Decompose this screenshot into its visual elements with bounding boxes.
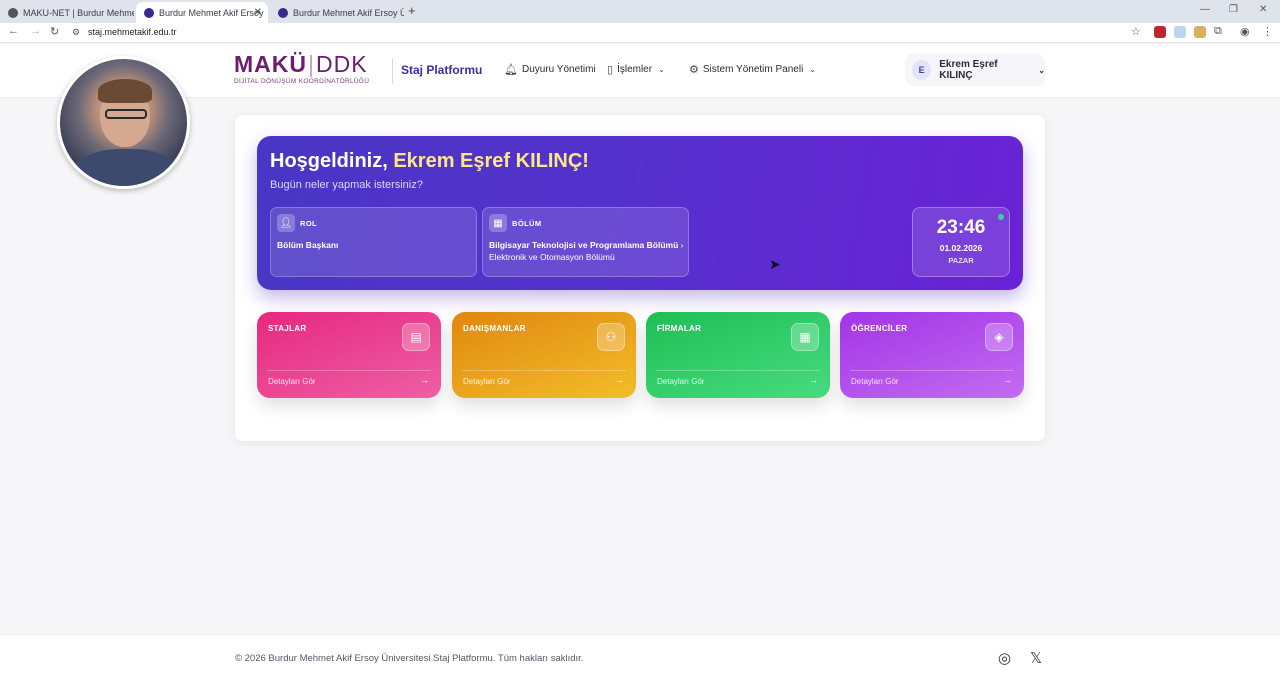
stat-label: STAJLAR — [268, 324, 307, 333]
bookmark-star-icon[interactable]: ☆ — [1131, 25, 1141, 38]
details-link[interactable]: Detayları Gör — [851, 377, 899, 386]
clock-day: PAZAR — [948, 256, 974, 265]
webcam-person-glasses — [105, 109, 147, 119]
bell-icon: 🔔︎ — [504, 64, 518, 76]
nav-label: Duyuru Yönetimi — [521, 64, 596, 75]
close-tab-icon[interactable]: ✕ — [254, 7, 262, 18]
clock-date: 01.02.2026 — [939, 243, 983, 253]
user-icon: 👤︎ — [277, 214, 295, 232]
minimize-icon[interactable]: — — [1200, 4, 1210, 15]
extension-icon[interactable] — [1174, 26, 1186, 38]
extension-icon[interactable] — [1194, 26, 1206, 38]
arrow-right-icon[interactable]: → — [615, 375, 624, 385]
details-link[interactable]: Detayları Gör — [268, 377, 316, 386]
user-menu[interactable]: E Ekrem Eşref KILINÇ ⌄ — [905, 54, 1045, 86]
role-card: 👤︎ ROL Bölüm Başkanı — [270, 207, 477, 277]
chevron-down-icon: ⌄ — [809, 65, 816, 74]
logo-text: MAKÜ|DDK — [234, 51, 368, 77]
chevron-down-icon: ⌄ — [1038, 65, 1045, 75]
browser-tab-active[interactable]: Burdur Mehmet Akif Ersoy ✕ — [136, 2, 268, 23]
reload-icon[interactable]: ↻ — [50, 25, 59, 38]
stat-label: ÖĞRENCİLER — [851, 324, 908, 333]
footer: © 2026 Burdur Mehmet Akif Ersoy Üniversi… — [0, 634, 1280, 682]
divider — [656, 370, 820, 371]
nav-duyuru-yonetimi[interactable]: 🔔︎ Duyuru Yönetimi — [504, 63, 596, 76]
users-icon: ⚇ — [597, 323, 625, 351]
maku-ddk-logo[interactable]: MAKÜ|DDK DİJİTAL DÖNÜŞÜM KOORDİNATÖRLÜĞÜ — [234, 52, 369, 85]
tab-title: MAKU-NET | Burdur Mehmet A — [23, 7, 134, 18]
dashboard-panel: Hoşgeldiniz, Ekrem Eşref KILINÇ! Bugün n… — [235, 115, 1045, 441]
extensions-puzzle-icon[interactable]: ⧉ — [1214, 25, 1222, 38]
webcam-person-hair — [98, 79, 152, 103]
role-value: Bölüm Başkanı — [277, 240, 339, 250]
clock-time: 23:46 — [936, 217, 986, 238]
back-icon[interactable]: ← — [8, 25, 19, 37]
instagram-icon[interactable]: ◎ — [998, 649, 1011, 667]
chevron-down-icon: ⌄ — [658, 65, 665, 74]
arrow-right-icon[interactable]: → — [809, 375, 818, 385]
welcome-subtitle: Bugün neler yapmak istersiniz? — [270, 179, 423, 191]
site-info-icon[interactable]: ⚙ — [72, 27, 80, 38]
clock-card: 23:46 01.02.2026 PAZAR — [912, 207, 1010, 277]
divider — [267, 370, 431, 371]
app-header: MAKÜ|DDK DİJİTAL DÖNÜŞÜM KOORDİNATÖRLÜĞÜ… — [0, 44, 1280, 98]
graduation-cap-icon: ◈ — [985, 323, 1013, 351]
status-dot — [998, 214, 1004, 220]
stat-card-firmalar[interactable]: FİRMALAR ▦ Detayları Gör → — [646, 312, 830, 398]
divider — [462, 370, 626, 371]
welcome-title: Hoşgeldiniz, Ekrem Eşref KILINÇ! — [270, 150, 589, 172]
x-twitter-icon[interactable]: 𝕏 — [1030, 649, 1042, 667]
stat-card-stajlar[interactable]: STAJLAR ▤ Detayları Gör → — [257, 312, 441, 398]
nav-sistem-yonetim-paneli[interactable]: ⚙ Sistem Yönetim Paneli ⌄ — [689, 63, 816, 76]
stat-card-danismanlar[interactable]: DANIŞMANLAR ⚇ Detayları Gör → — [452, 312, 636, 398]
department-label: BÖLÜM — [512, 219, 542, 228]
user-name: Ekrem Eşref KILINÇ — [939, 59, 998, 81]
site-favicon-icon — [278, 7, 288, 18]
arrow-right-icon[interactable]: → — [1003, 375, 1012, 385]
platform-title[interactable]: Staj Platformu — [401, 63, 482, 77]
department-card: ▦ BÖLÜM Bilgisayar Teknolojisi ve Progra… — [482, 207, 689, 277]
gear-icon: ⚙ — [689, 64, 699, 76]
details-link[interactable]: Detayları Gör — [463, 377, 511, 386]
extension-icon[interactable] — [1154, 26, 1166, 38]
site-favicon-icon — [144, 7, 154, 18]
stat-label: DANIŞMANLAR — [463, 324, 526, 333]
role-label: ROL — [300, 219, 318, 228]
url-field[interactable]: staj.mehmetakif.edu.tr — [88, 27, 177, 37]
globe-icon — [8, 7, 18, 18]
stat-label: FİRMALAR — [657, 324, 702, 333]
nav-islemler[interactable]: ▯ İşlemler ⌄ — [607, 63, 665, 76]
browser-tab[interactable]: Burdur Mehmet Akif Ersoy Üni — [270, 2, 404, 23]
clipboard-icon: ▤ — [402, 323, 430, 351]
tab-title: Burdur Mehmet Akif Ersoy Üni — [293, 7, 404, 18]
nav-label: Sistem Yönetim Paneli — [702, 64, 804, 75]
webcam-overlay — [57, 56, 190, 189]
building-icon: ▦ — [489, 214, 507, 232]
stat-card-ogrenciler[interactable]: ÖĞRENCİLER ◈ Detayları Gör → — [840, 312, 1024, 398]
new-tab-icon[interactable]: + — [408, 3, 416, 18]
profile-icon[interactable]: ◉ — [1240, 25, 1250, 38]
nav-label: İşlemler — [617, 64, 653, 75]
welcome-banner: Hoşgeldiniz, Ekrem Eşref KILINÇ! Bugün n… — [257, 136, 1023, 290]
avatar: E — [912, 60, 932, 80]
arrow-right-icon[interactable]: → — [420, 375, 429, 385]
copyright-text: © 2026 Burdur Mehmet Akif Ersoy Üniversi… — [235, 653, 584, 664]
tab-title: Burdur Mehmet Akif Ersoy — [159, 7, 264, 18]
clipboard-icon: ▯ — [607, 64, 614, 76]
address-bar: ← → ↻ ⚙ staj.mehmetakif.edu.tr ☆ ⧉ ◉ ⋮ — [0, 23, 1280, 43]
webcam-person-shirt — [70, 149, 183, 186]
browser-menu-icon[interactable]: ⋮ — [1262, 25, 1273, 38]
window-close-icon[interactable]: ✕ — [1259, 4, 1267, 15]
browser-tab[interactable]: MAKU-NET | Burdur Mehmet A — [0, 2, 134, 23]
mouse-cursor-icon: ➤ — [769, 256, 781, 272]
divider — [850, 370, 1014, 371]
browser-tab-bar: MAKU-NET | Burdur Mehmet A Burdur Mehmet… — [0, 0, 1280, 23]
building-icon: ▦ — [791, 323, 819, 351]
forward-icon[interactable]: → — [30, 25, 41, 37]
logo-subtitle: DİJİTAL DÖNÜŞÜM KOORDİNATÖRLÜĞÜ — [234, 78, 370, 85]
department-value: Bilgisayar Teknolojisi ve Programlama Bö… — [489, 240, 684, 262]
restore-icon[interactable]: ❐ — [1229, 4, 1238, 15]
details-link[interactable]: Detayları Gör — [657, 377, 705, 386]
header-divider — [392, 58, 393, 84]
